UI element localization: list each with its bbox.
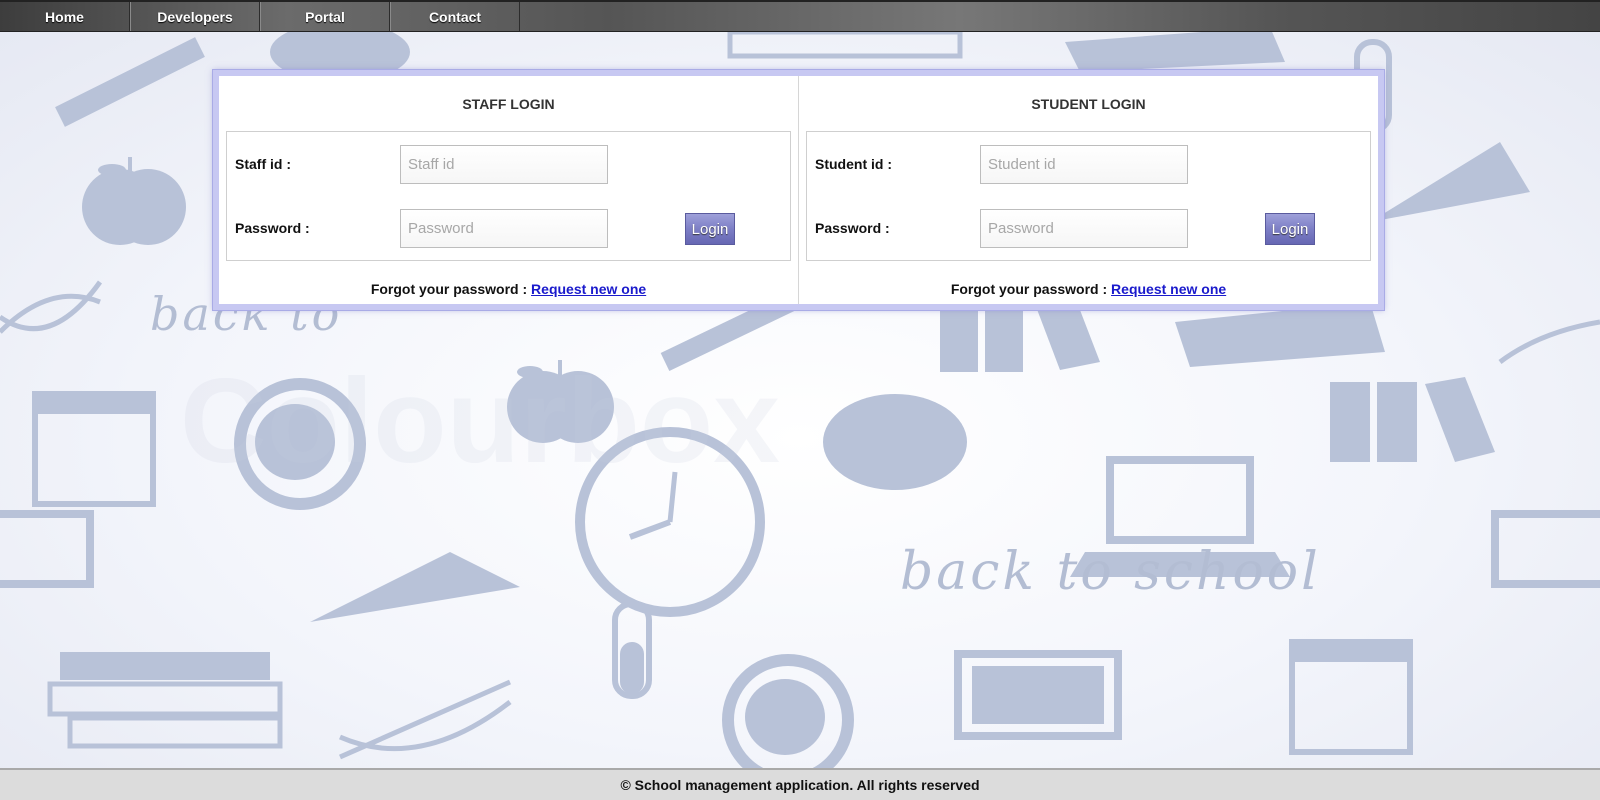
back-to-school-text: back to school <box>900 542 1321 602</box>
student-login-title: STUDENT LOGIN <box>1031 96 1146 112</box>
staff-id-label: Staff id : <box>235 156 291 172</box>
copyright-text: © School management application. All rig… <box>620 777 980 793</box>
tray-icon <box>1175 302 1385 367</box>
calendar-icon <box>1289 639 1413 755</box>
palette-icon <box>823 394 967 490</box>
staff-password-label: Password : <box>235 220 310 236</box>
chalkboard-icon <box>0 510 94 588</box>
pizza-slice-icon <box>1370 142 1530 222</box>
top-nav: Home Developers Portal Contact <box>0 0 1600 32</box>
nav-contact[interactable]: Contact <box>390 2 520 31</box>
student-password-label: Password : <box>815 220 890 236</box>
staff-login-title: STAFF LOGIN <box>462 96 555 112</box>
nav-portal[interactable]: Portal <box>260 2 390 31</box>
apple-icon <box>82 157 186 245</box>
dna-icon <box>1498 319 1600 365</box>
student-forgot-password: Forgot your password : Request new one <box>799 281 1378 297</box>
staff-forgot-password: Forgot your password : Request new one <box>219 281 798 297</box>
student-id-input[interactable] <box>980 145 1188 184</box>
staff-login-form: Staff id : Password : Login <box>226 131 791 261</box>
test-tube-icon <box>612 601 652 699</box>
student-password-input[interactable] <box>980 209 1188 248</box>
staff-id-input[interactable] <box>400 145 608 184</box>
pizza-slice-icon <box>310 552 520 622</box>
student-login-form: Student id : Password : Login <box>806 131 1371 261</box>
student-forgot-text: Forgot your password : <box>950 281 1112 297</box>
footer: © School management application. All rig… <box>0 768 1600 800</box>
staff-request-new-link[interactable]: Request new one <box>531 281 646 297</box>
tray-icon <box>1065 32 1285 72</box>
dna-icon <box>338 679 512 760</box>
binders-icon <box>1330 377 1495 462</box>
staff-password-input[interactable] <box>400 209 608 248</box>
chalkboard-icon <box>1491 510 1600 588</box>
watermark: Colourbox <box>180 354 780 488</box>
staff-login-section: STAFF LOGIN Staff id : Password : Login … <box>219 76 799 304</box>
student-login-button[interactable]: Login <box>1265 213 1315 245</box>
calendar-icon <box>32 391 156 507</box>
pencil-icon <box>55 37 205 127</box>
login-panel: STAFF LOGIN Staff id : Password : Login … <box>213 70 1384 310</box>
student-id-label: Student id : <box>815 156 892 172</box>
books-icon <box>727 32 963 59</box>
globe-icon <box>722 654 854 770</box>
staff-login-button[interactable]: Login <box>685 213 735 245</box>
dna-icon <box>0 280 103 334</box>
staff-forgot-text: Forgot your password : <box>370 281 532 297</box>
nav-developers[interactable]: Developers <box>130 2 260 31</box>
nav-home[interactable]: Home <box>0 2 130 31</box>
books-icon <box>47 652 283 749</box>
student-request-new-link[interactable]: Request new one <box>1111 281 1226 297</box>
student-login-section: STUDENT LOGIN Student id : Password : Lo… <box>799 76 1378 304</box>
chalkboard-icon <box>954 650 1122 740</box>
